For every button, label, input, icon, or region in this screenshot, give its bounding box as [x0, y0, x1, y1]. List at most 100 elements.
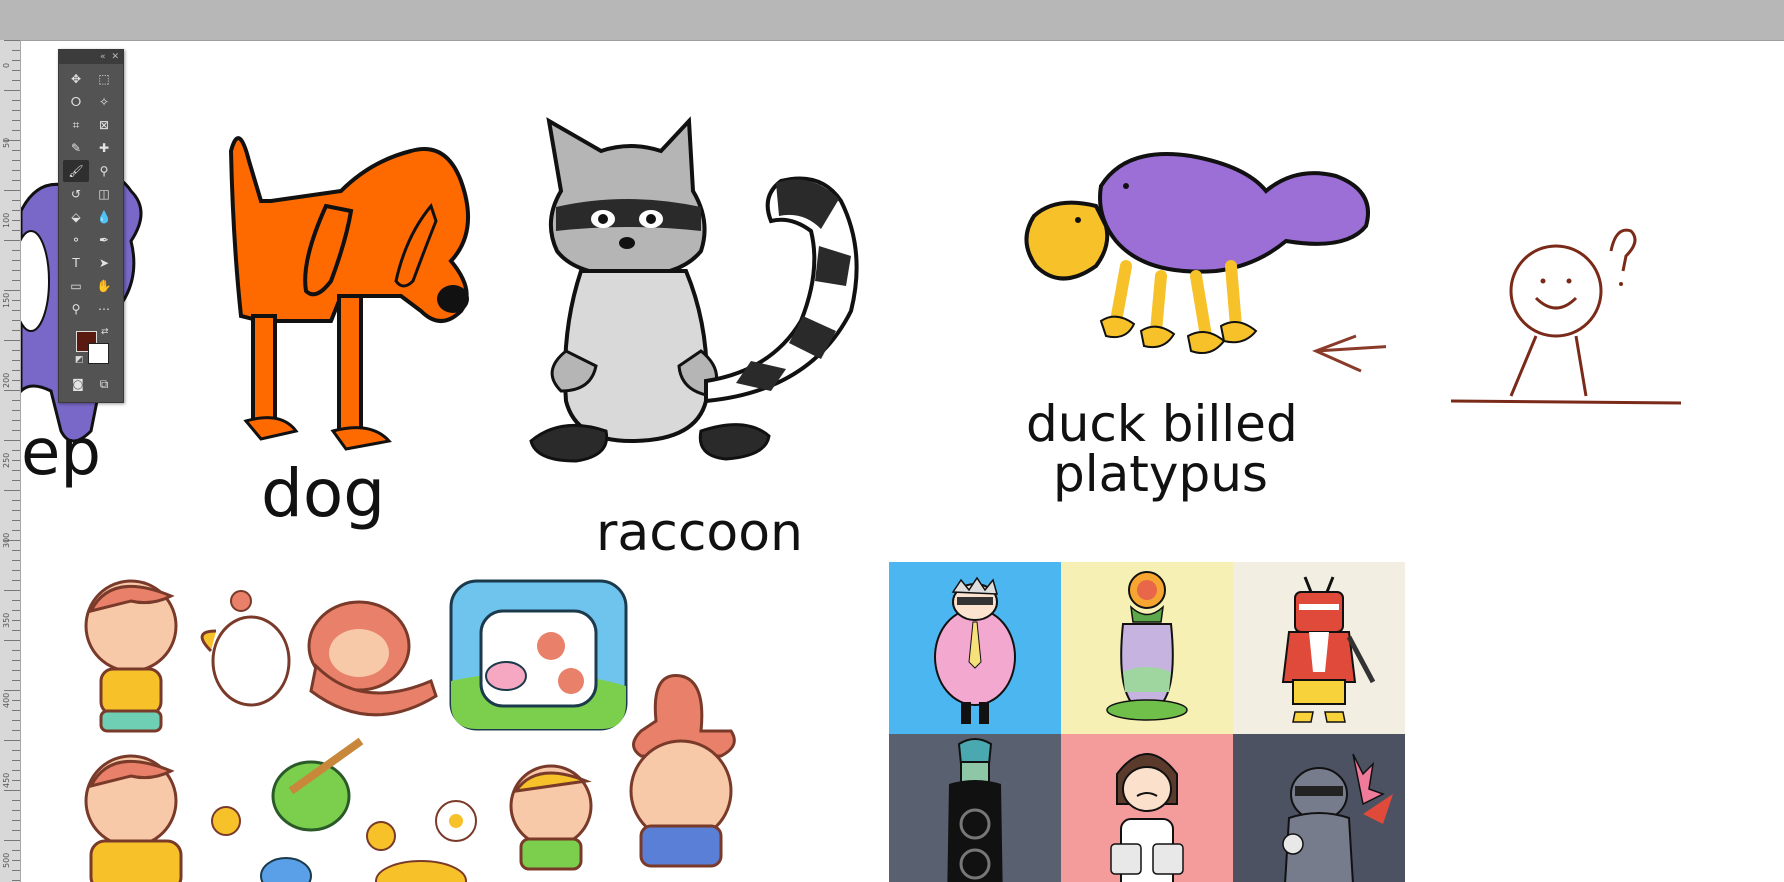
character-cell-speaker	[889, 734, 1061, 882]
history-brush-tool[interactable]: ↺	[63, 183, 89, 205]
eyedropper-tool[interactable]: ✎	[63, 137, 89, 159]
magic-wand-tool[interactable]: ✧	[91, 91, 117, 113]
ruler-tick	[12, 370, 20, 371]
pen-tool[interactable]: ✒	[91, 229, 117, 251]
document-top-bar	[0, 0, 1784, 41]
ruler-tick	[12, 70, 20, 71]
paint-bucket-tool[interactable]: ⬙	[63, 206, 89, 228]
ruler-tick	[12, 260, 20, 261]
character-cell-flower-vase	[1061, 562, 1233, 734]
ruler-tick	[12, 870, 20, 871]
tools-panel[interactable]: « ✕ ✥ ⬚ ⵔ ✧ ⌗ ⊠ ✎ ✚ 🖌 ⚲ ↺ ◫ ⬙ 💧 ⚬ ✒ T ➤ ▭ ✋ ⚲ ⋯ ⇄ ◩ ◙ ⧉	[58, 49, 124, 403]
more-tools[interactable]: ⋯	[91, 298, 117, 320]
ruler-tick	[12, 60, 20, 61]
character-grid	[889, 562, 1405, 882]
ruler-tick	[4, 290, 20, 291]
ruler-number: 250	[2, 452, 11, 468]
ruler-tick	[12, 470, 20, 471]
character-cell-ninja	[1233, 734, 1405, 882]
background-color-swatch[interactable]	[88, 343, 109, 364]
cute-characters-sticker-sheet	[84, 579, 736, 882]
ruler-tick	[12, 200, 20, 201]
ruler-tick	[12, 270, 20, 271]
ruler-tick	[12, 600, 20, 601]
frame-tool[interactable]: ⊠	[91, 114, 117, 136]
ruler-tick	[12, 350, 20, 351]
collapse-icon[interactable]: «	[100, 50, 106, 64]
hand-tool[interactable]: ✋	[91, 275, 117, 297]
ruler-tick	[12, 620, 20, 621]
ruler-tick	[12, 550, 20, 551]
ruler-tick	[12, 400, 20, 401]
ruler-tick	[12, 530, 20, 531]
dodge-tool[interactable]: ⚬	[63, 229, 89, 251]
ruler-tick	[12, 380, 20, 381]
ruler-tick	[12, 330, 20, 331]
ruler-number: 450	[2, 772, 11, 788]
clone-stamp-tool[interactable]: ⚲	[91, 160, 117, 182]
platypus-label-line1: duck billed	[1026, 395, 1298, 453]
move-tool[interactable]: ✥	[63, 68, 89, 90]
ruler-tick	[12, 310, 20, 311]
ruler-tick	[12, 850, 20, 851]
ruler-tick	[12, 560, 20, 561]
zoom-tool[interactable]: ⚲	[63, 298, 89, 320]
blur-tool[interactable]: 💧	[91, 206, 117, 228]
ruler-tick	[12, 220, 20, 221]
ruler-tick	[4, 740, 20, 741]
lasso-tool[interactable]: ⵔ	[63, 91, 89, 113]
ruler-tick	[12, 180, 20, 181]
ruler-tick	[12, 820, 20, 821]
rectangle-tool[interactable]: ▭	[63, 275, 89, 297]
ruler-tick	[12, 450, 20, 451]
path-selection-tool[interactable]: ➤	[91, 252, 117, 274]
healing-brush-tool[interactable]: ✚	[91, 137, 117, 159]
close-icon[interactable]: ✕	[111, 50, 119, 64]
ruler-tick	[12, 610, 20, 611]
ruler-tick	[12, 80, 20, 81]
ruler-tick	[4, 690, 20, 691]
ruler-tick	[12, 750, 20, 751]
ruler-tick	[12, 830, 20, 831]
ruler-tick	[4, 840, 20, 841]
ruler-tick	[12, 630, 20, 631]
stick-figure-doodle	[1451, 228, 1682, 405]
vertical-ruler[interactable]: 0 50 100 150 200 250 300 350 400 450 500	[0, 40, 21, 882]
ruler-number: 300	[2, 532, 11, 548]
ruler-tick	[12, 430, 20, 431]
ruler-tick	[4, 440, 20, 441]
ruler-tick	[12, 50, 20, 51]
ruler-tick	[4, 240, 20, 241]
crop-tool[interactable]: ⌗	[63, 114, 89, 136]
character-cell-red-samurai	[1233, 562, 1405, 734]
ruler-tick	[12, 580, 20, 581]
ruler-tick	[12, 760, 20, 761]
screen-mode-icon[interactable]: ⧉	[91, 373, 117, 395]
ruler-tick	[4, 490, 20, 491]
ruler-tick	[12, 130, 20, 131]
type-tool[interactable]: T	[63, 252, 89, 274]
ruler-tick	[4, 640, 20, 641]
platypus-illustration	[1024, 152, 1386, 373]
character-cell-fluffy-pink	[889, 562, 1061, 734]
ruler-tick	[12, 410, 20, 411]
ruler-tick	[12, 520, 20, 521]
ruler-number: 50	[2, 137, 11, 148]
canvas[interactable]: ep dog raccoon duck billed platypus « ✕ …	[21, 41, 1784, 882]
raccoon-illustration	[529, 116, 859, 463]
ruler-number: 350	[2, 612, 11, 628]
ruler-tick	[12, 150, 20, 151]
raccoon-label: raccoon	[596, 503, 804, 563]
default-colors-icon[interactable]: ◩	[75, 355, 84, 365]
ruler-tick	[12, 210, 20, 211]
ruler-number: 400	[2, 692, 11, 708]
swap-colors-icon[interactable]: ⇄	[101, 327, 109, 337]
brush-tool[interactable]: 🖌	[63, 160, 89, 182]
color-swatches[interactable]: ⇄ ◩	[59, 325, 123, 369]
dog-illustration	[228, 136, 471, 451]
eraser-tool[interactable]: ◫	[91, 183, 117, 205]
ruler-tick	[4, 90, 20, 91]
tools-panel-header[interactable]: « ✕	[59, 50, 123, 64]
marquee-tool[interactable]: ⬚	[91, 68, 117, 90]
quick-mask-icon[interactable]: ◙	[65, 373, 91, 395]
